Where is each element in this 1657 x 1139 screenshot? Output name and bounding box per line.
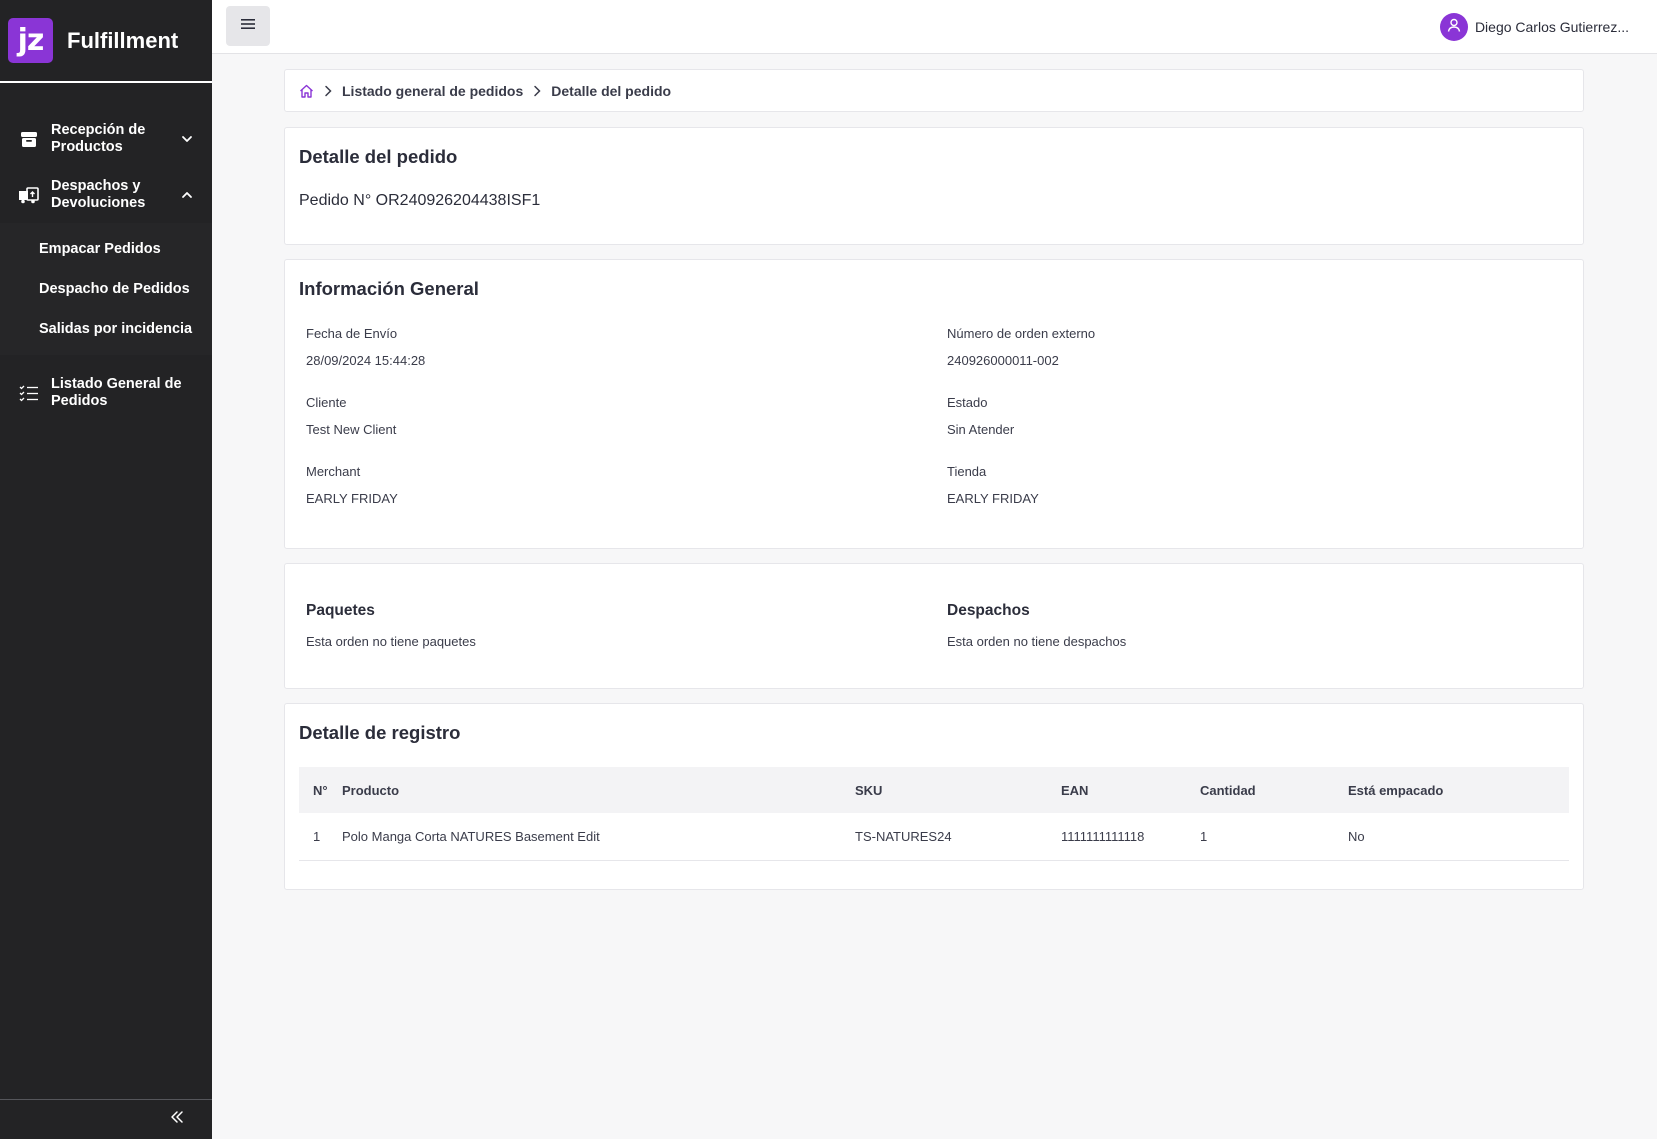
menu-toggle-button[interactable] <box>226 6 270 46</box>
page-title: Detalle del pedido <box>299 146 458 167</box>
chevron-up-icon <box>180 188 194 202</box>
section-title: Información General <box>299 278 479 299</box>
packages-section: Paquetes Esta orden no tiene paquetes <box>306 602 947 650</box>
info-field-tienda: Tienda EARLY FRIDAY <box>947 464 1547 533</box>
checklist-icon <box>18 382 40 404</box>
column-header-no: N° <box>313 782 328 798</box>
breadcrumb-listado[interactable]: Listado general de pedidos <box>342 83 523 99</box>
breadcrumb-current: Detalle del pedido <box>551 82 672 99</box>
info-field-estado: Estado Sin Atender <box>947 395 1547 464</box>
user-menu[interactable]: Diego Carlos Gutierrez... <box>1439 13 1629 41</box>
sidebar-item-label: Listado General de Pedidos <box>51 376 182 409</box>
dispatches-title: Despachos <box>947 602 1030 619</box>
cell-cantidad: 1 <box>1200 828 1208 844</box>
sidebar-item-label: Despachos y Devoluciones <box>51 178 146 211</box>
registro-table: N° Producto SKU EAN Cantidad Está empaca… <box>299 767 1569 861</box>
info-field-fecha: Fecha de Envío 28/09/2024 15:44:28 <box>306 326 947 395</box>
main-content: Listado general de pedidos Detalle del p… <box>284 69 1584 890</box>
sidebar-nav: Recepción de Productos Despachos y Devol… <box>0 83 212 423</box>
field-label: Número de orden externo <box>947 326 1096 341</box>
breadcrumb: Listado general de pedidos Detalle del p… <box>284 69 1584 112</box>
order-number: Pedido N° OR240926204438ISF1 <box>299 192 541 209</box>
double-chevron-left-icon <box>170 1110 184 1129</box>
field-value: Test New Client <box>306 422 397 437</box>
chevron-right-icon <box>324 85 332 97</box>
info-grid: Fecha de Envío 28/09/2024 15:44:28 Númer… <box>299 326 1569 533</box>
section-title: Detalle de registro <box>299 722 461 743</box>
app-title: Fulfillment <box>67 27 179 53</box>
truck-box-icon <box>18 184 40 206</box>
field-value: 28/09/2024 15:44:28 <box>306 353 426 368</box>
brand-header: jz Fulfillment <box>0 0 212 83</box>
registro-card: Detalle de registro N° Producto SKU EAN … <box>284 703 1584 890</box>
field-value: EARLY FRIDAY <box>947 491 1039 506</box>
sidebar-subitem-empacar[interactable]: Empacar Pedidos <box>0 229 212 269</box>
home-icon[interactable] <box>299 84 314 98</box>
field-value: Sin Atender <box>947 422 1015 437</box>
cell-producto: Polo Manga Corta NATURES Basement Edit <box>342 828 600 844</box>
box-icon <box>18 128 40 150</box>
user-name: Diego Carlos Gutierrez... <box>1474 19 1629 35</box>
packages-empty-text: Esta orden no tiene paquetes <box>306 634 476 649</box>
sidebar-item-despachos[interactable]: Despachos y Devoluciones <box>0 167 212 223</box>
column-header-producto: Producto <box>342 782 400 798</box>
sidebar-subitem-despacho[interactable]: Despacho de Pedidos <box>0 269 212 309</box>
chevron-right-icon <box>533 85 541 97</box>
info-field-orden-externo: Número de orden externo 240926000011-002 <box>947 326 1547 395</box>
dispatches-empty-text: Esta orden no tiene despachos <box>947 634 1127 649</box>
table-header-row: N° Producto SKU EAN Cantidad Está empaca… <box>299 767 1569 813</box>
field-value: 240926000011-002 <box>947 353 1059 368</box>
hamburger-icon <box>240 17 256 35</box>
dispatches-section: Despachos Esta orden no tiene despachos <box>947 602 1547 650</box>
cell-ean: 1111111111118 <box>1061 828 1145 844</box>
pedido-card: Detalle del pedido Pedido N° OR240926204… <box>284 127 1584 245</box>
chevron-down-icon <box>180 132 194 146</box>
general-info-card: Información General Fecha de Envío 28/09… <box>284 259 1584 549</box>
cell-empacado: No <box>1348 828 1365 844</box>
field-label: Estado <box>947 395 988 410</box>
field-value: EARLY FRIDAY <box>306 491 398 506</box>
cell-no: 1 <box>313 828 321 844</box>
column-header-empacado: Está empacado <box>1348 782 1444 798</box>
sidebar-item-recepcion[interactable]: Recepción de Productos <box>0 111 212 167</box>
info-field-merchant: Merchant EARLY FRIDAY <box>306 464 947 533</box>
column-header-sku: SKU <box>855 782 883 798</box>
submenu-despachos: Empacar Pedidos Despacho de Pedidos Sali… <box>0 223 212 355</box>
avatar <box>1439 13 1468 41</box>
sidebar-item-label: Recepción de Productos <box>51 122 146 155</box>
app-logo[interactable]: jz <box>8 18 53 63</box>
sidebar: jz Fulfillment Recepción de Productos De… <box>0 0 212 1139</box>
column-header-ean: EAN <box>1061 782 1089 798</box>
topbar: Diego Carlos Gutierrez... <box>212 0 1657 54</box>
field-label: Merchant <box>306 464 361 479</box>
packages-title: Paquetes <box>306 602 375 619</box>
field-label: Fecha de Envío <box>306 326 398 341</box>
column-header-cantidad: Cantidad <box>1200 782 1256 798</box>
user-icon <box>1446 17 1462 38</box>
table-row: 1 Polo Manga Corta NATURES Basement Edit… <box>299 813 1569 860</box>
info-field-cliente: Cliente Test New Client <box>306 395 947 464</box>
field-label: Tienda <box>947 464 987 479</box>
sidebar-subitem-salidas[interactable]: Salidas por incidencia <box>0 309 212 349</box>
cell-sku: TS-NATURES24 <box>855 828 952 844</box>
packages-dispatches-card: Paquetes Esta orden no tiene paquetes De… <box>284 563 1584 689</box>
sidebar-item-listado[interactable]: Listado General de Pedidos <box>0 363 212 423</box>
collapse-sidebar-button[interactable] <box>0 1099 212 1139</box>
field-label: Cliente <box>306 395 347 410</box>
